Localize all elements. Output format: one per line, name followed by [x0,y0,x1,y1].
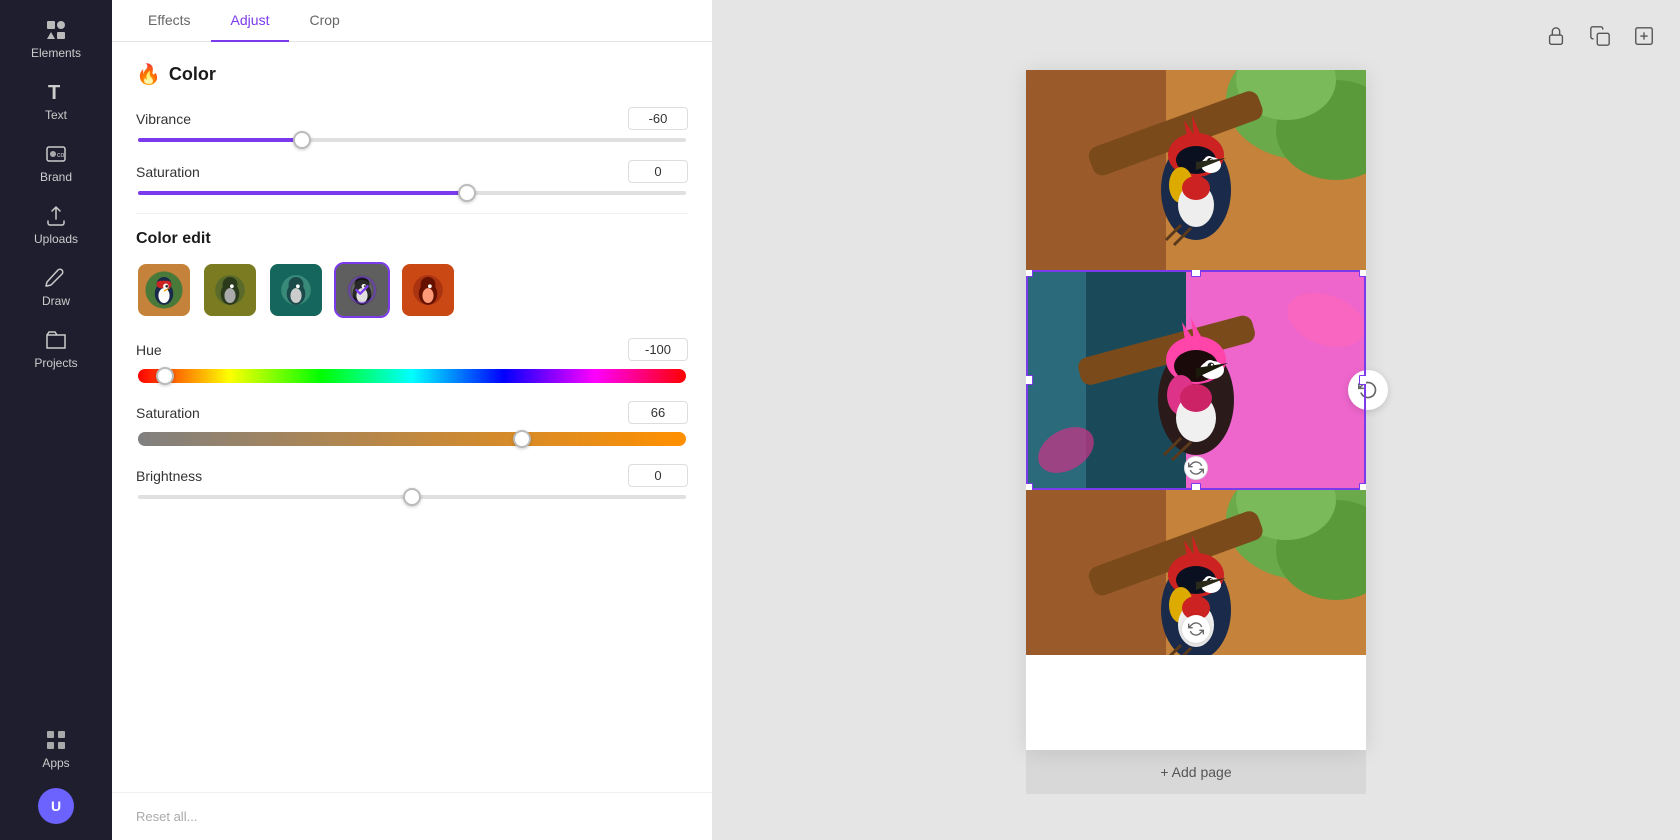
apps-icon [44,728,68,752]
saturation1-track[interactable] [138,191,686,195]
rotate-icon [1188,460,1204,476]
brand-label: Brand [40,170,72,184]
bird-image-1 [1026,70,1366,270]
sidebar: Elements T Text co Brand Uploads Draw [0,0,112,840]
uploads-label: Uploads [34,232,78,246]
saturation1-label: Saturation [136,164,200,180]
hue-track[interactable] [138,369,686,383]
elements-label: Elements [31,46,81,60]
lock-icon [1545,25,1567,47]
brightness-row: Brightness [136,464,688,499]
color-icon: 🔥 [136,62,161,87]
brand-icon: co [44,142,68,166]
refresh-button[interactable] [1348,370,1388,410]
color-preset-2[interactable] [202,262,258,318]
apps-label: Apps [42,756,69,770]
tab-crop[interactable]: Crop [289,0,359,42]
bottom-partial: Reset all... [112,792,712,840]
elements-icon [44,18,68,42]
sidebar-item-draw[interactable]: Draw [0,256,112,318]
hue-row: Hue [136,338,688,383]
panel-content: 🔥 Color Vibrance Saturation [112,42,712,792]
divider-1 [136,213,688,214]
color-preset-5[interactable] [400,262,456,318]
brightness-input[interactable] [628,464,688,487]
add-page-label: + Add page [1160,764,1231,780]
add-button[interactable] [1628,20,1660,52]
projects-icon [44,328,68,352]
svg-text:co: co [57,152,65,159]
sidebar-item-projects[interactable]: Projects [0,318,112,380]
add-icon [1633,25,1655,47]
color-preset-1[interactable] [136,262,192,318]
panel-tabs: Effects Adjust Crop [112,0,712,42]
color-edit-title: Color edit [136,230,688,248]
sidebar-item-uploads[interactable]: Uploads [0,194,112,256]
lock-button[interactable] [1540,20,1572,52]
svg-text:T: T [48,82,60,104]
sidebar-item-elements[interactable]: Elements [0,8,112,70]
sat-track[interactable] [138,432,686,446]
sidebar-item-brand[interactable]: co Brand [0,132,112,194]
sidebar-item-apps[interactable]: Apps [0,718,112,780]
hue-label: Hue [136,342,162,358]
tab-effects[interactable]: Effects [128,0,211,42]
saturation2-label: Saturation [136,405,200,421]
vibrance-track[interactable] [138,138,686,142]
rotate-handle[interactable] [1184,456,1208,480]
image-slot-1[interactable] [1026,70,1366,270]
copy-button[interactable] [1584,20,1616,52]
color-title: Color [169,64,216,85]
projects-label: Projects [34,356,77,370]
rotate-icon-3 [1188,621,1204,637]
reset-label: Reset all... [136,809,197,824]
canvas-document [1026,70,1366,750]
vibrance-row: Vibrance [136,107,688,142]
image-slot-2[interactable] [1026,270,1366,490]
hue-input[interactable] [628,338,688,361]
draw-icon [44,266,68,290]
text-label: Text [45,108,67,122]
color-preset-3[interactable] [268,262,324,318]
canvas-toolbar [1540,20,1660,52]
uploads-icon [44,204,68,228]
image3-rotate[interactable] [1182,615,1210,643]
vibrance-input[interactable] [628,107,688,130]
bri-track[interactable] [138,495,686,499]
saturation2-input[interactable] [628,401,688,424]
brightness-label: Brightness [136,468,202,484]
saturation1-input[interactable] [628,160,688,183]
canvas-area: + Add page [712,0,1680,840]
saturation1-row: Saturation [136,160,688,195]
saturation2-row: Saturation [136,401,688,446]
copy-icon [1589,25,1611,47]
color-presets [136,262,688,318]
text-icon: T [44,80,68,104]
avatar[interactable]: U [38,788,74,824]
tab-adjust[interactable]: Adjust [211,0,290,42]
sidebar-item-text[interactable]: T Text [0,70,112,132]
adjust-panel: Effects Adjust Crop 🔥 Color Vibrance Sat… [112,0,712,840]
image-slot-3[interactable] [1026,490,1366,655]
color-preset-4[interactable] [334,262,390,318]
vibrance-label: Vibrance [136,111,191,127]
draw-label: Draw [42,294,70,308]
color-section-header: 🔥 Color [136,62,688,87]
add-page-bar[interactable]: + Add page [1026,750,1366,794]
refresh-icon [1358,380,1378,400]
